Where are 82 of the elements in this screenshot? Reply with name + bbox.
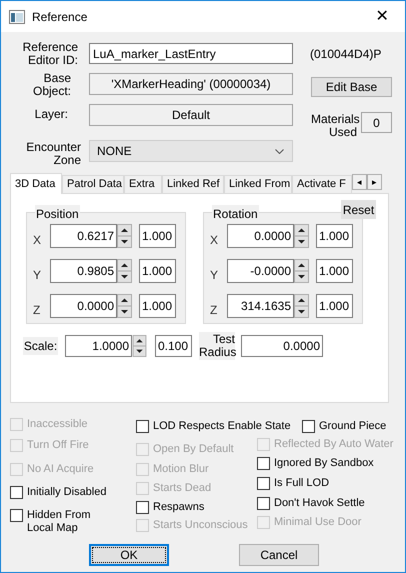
axis-label: Z: [210, 302, 218, 319]
materials-field: 0: [361, 112, 392, 133]
spinner-icon[interactable]: [117, 224, 132, 248]
checkbox-label: Hidden From Local Map: [27, 509, 92, 535]
spinner-icon[interactable]: [117, 259, 132, 283]
axis-label: X: [33, 232, 42, 249]
field-label: Layer:: [34, 108, 68, 121]
checkbox-label: Inaccessible: [27, 418, 88, 431]
number-field[interactable]: 1.0000: [65, 335, 132, 357]
axis-label: Z: [33, 302, 42, 319]
scroll-left-button[interactable]: ◂: [352, 174, 367, 190]
step-field[interactable]: 1.000: [139, 224, 176, 248]
tab[interactable]: 3D Data: [10, 173, 62, 194]
tab[interactable]: Linked Ref: [162, 175, 224, 193]
checkbox[interactable]: [257, 477, 270, 490]
scale-label: Scale:: [23, 337, 58, 355]
step-field[interactable]: 1.000: [316, 259, 353, 283]
step-field[interactable]: 1.000: [316, 224, 353, 248]
checkbox-label: No AI Acquire: [27, 463, 94, 476]
spinner-icon[interactable]: [117, 294, 132, 318]
checkbox-label: LOD Respects Enable State: [153, 420, 291, 433]
reset-button[interactable]: Reset: [341, 200, 376, 219]
dialog-button[interactable]: OK: [89, 544, 169, 566]
number-field[interactable]: 314.1635: [227, 294, 294, 318]
window-title: Reference: [32, 8, 88, 26]
spinner-icon[interactable]: [294, 224, 309, 248]
checkbox-label: Initially Disabled: [27, 486, 106, 499]
spinner-icon[interactable]: [132, 335, 147, 357]
number-field[interactable]: 0.0000: [227, 224, 294, 248]
checkbox-label: Starts Unconscious: [153, 519, 248, 532]
checkbox[interactable]: [257, 457, 270, 470]
number-field[interactable]: 0.6217: [50, 224, 117, 248]
test-radius-label: Test Radius: [199, 332, 235, 360]
checkbox-label: Respawns: [153, 501, 204, 514]
step-field[interactable]: 1.000: [316, 294, 353, 318]
step-field[interactable]: 1.000: [139, 294, 176, 318]
checkbox[interactable]: [136, 420, 149, 433]
checkbox-label: Is Full LOD: [274, 477, 330, 490]
axis-label: Y: [33, 267, 42, 284]
dialog-button[interactable]: Cancel: [239, 544, 319, 566]
checkbox[interactable]: [302, 420, 315, 433]
number-field[interactable]: 0.0000: [50, 294, 117, 318]
checkbox[interactable]: [136, 501, 149, 514]
layer-field: Default: [89, 104, 293, 126]
window-icon: [9, 10, 25, 24]
checkbox-label: Open By Default: [153, 443, 234, 456]
step-field[interactable]: 1.000: [139, 259, 176, 283]
base-object-field: 'XMarkerHeading' (00000034): [89, 73, 293, 95]
tab[interactable]: Activate F: [292, 175, 352, 193]
checkbox[interactable]: [10, 509, 23, 522]
checkbox-label: Starts Dead: [153, 482, 212, 495]
edit-base-button[interactable]: Edit Base: [311, 77, 392, 97]
checkbox[interactable]: [257, 497, 270, 510]
tab[interactable]: Patrol Data: [62, 175, 124, 193]
number-field[interactable]: 0.9805: [50, 259, 117, 283]
field-label: Reference Editor ID:: [22, 41, 78, 67]
step-field[interactable]: 0.100: [155, 335, 192, 357]
form-id-text: (010044D4)P: [310, 46, 382, 62]
scroll-right-button[interactable]: ▸: [367, 174, 382, 190]
chevron-down-icon: [275, 148, 284, 154]
field-label: Encounter Zone: [25, 141, 81, 167]
checkbox-label: Motion Blur: [153, 463, 209, 476]
input-field[interactable]: LuA_marker_LastEntry: [89, 43, 293, 64]
checkbox-label: Turn Off Fire: [27, 439, 89, 452]
checkbox-label: Don't Havok Settle: [274, 497, 365, 510]
encounter-zone-dropdown[interactable]: NONE: [89, 140, 293, 162]
checkbox-label: Minimal Use Door: [274, 516, 362, 529]
spinner-icon[interactable]: [294, 259, 309, 283]
number-field[interactable]: -0.0000: [227, 259, 294, 283]
materials-label: Materials Used: [311, 113, 357, 139]
axis-label: Y: [210, 267, 220, 284]
checkbox[interactable]: [10, 486, 23, 499]
field-label: Base Object:: [32, 72, 71, 98]
checkbox-label: Ground Piece: [319, 420, 386, 433]
tab[interactable]: Extra: [124, 175, 162, 193]
number-field[interactable]: 0.0000: [241, 335, 323, 357]
close-button[interactable]: ✕: [367, 4, 397, 28]
checkbox-label: Ignored By Sandbox: [274, 457, 374, 470]
checkbox-label: Reflected By Auto Water: [274, 438, 394, 451]
tab[interactable]: Linked From: [224, 175, 292, 193]
spinner-icon[interactable]: [294, 294, 309, 318]
axis-label: X: [210, 232, 220, 249]
